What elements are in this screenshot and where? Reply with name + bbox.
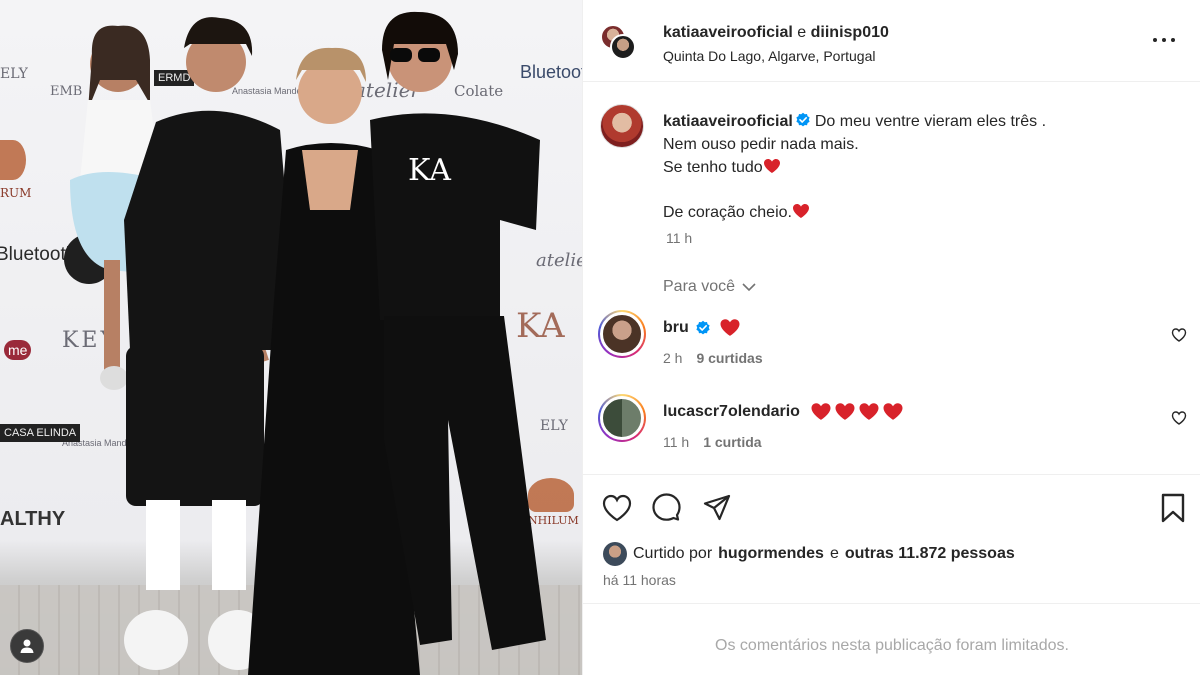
red-heart-icon xyxy=(835,403,855,420)
caption-line: katiaaveirooficial Do meu ventre vieram e… xyxy=(663,110,1163,133)
save-button[interactable] xyxy=(1157,492,1189,524)
tagged-users-button[interactable] xyxy=(10,629,44,663)
comment-like-heart-icon[interactable] xyxy=(1171,327,1187,343)
author-link-secondary[interactable]: diinisp010 xyxy=(811,24,889,41)
dot xyxy=(1171,38,1175,42)
caption-text: De coração cheio. xyxy=(663,204,792,221)
caption-line: De coração cheio. xyxy=(663,201,1163,224)
comment-button[interactable] xyxy=(651,492,683,524)
people-in-photo: KA xyxy=(70,11,546,675)
avatar xyxy=(600,396,644,440)
dot xyxy=(1162,38,1166,42)
comment-meta: 11 h 1 curtida xyxy=(663,434,762,450)
comment-username[interactable]: lucascr7olendario xyxy=(663,403,800,421)
comment-bubble-icon xyxy=(652,493,681,521)
red-heart-icon xyxy=(859,403,879,420)
avatar[interactable] xyxy=(603,542,627,566)
verified-badge-icon xyxy=(696,320,710,334)
comment-username[interactable]: bru xyxy=(663,319,689,337)
post-action-bar xyxy=(583,490,1200,526)
red-heart-icon xyxy=(720,319,740,336)
liked-by-joiner: e xyxy=(829,545,839,562)
author-link-primary[interactable]: katiaaveirooficial xyxy=(663,24,793,41)
bookmark-icon xyxy=(1161,493,1185,523)
avatar xyxy=(610,34,636,60)
liked-by: Curtido por hugormendes e outras 11.872 … xyxy=(603,542,1015,566)
caption-line: Se tenho tudo xyxy=(663,156,1163,179)
comment-hearts xyxy=(810,402,904,421)
caption-line: Nem ouso pedir nada mais. xyxy=(663,136,859,153)
caption-time[interactable]: 11 h xyxy=(666,230,692,246)
comment-avatar[interactable] xyxy=(598,394,646,442)
verified-badge-icon xyxy=(796,112,810,127)
red-heart-icon xyxy=(763,159,780,173)
dot xyxy=(1153,38,1157,42)
post-authors: katiaaveirooficial e diinisp010 xyxy=(663,24,889,42)
caption-text: Do meu ventre vieram eles três . xyxy=(814,113,1047,130)
caption-text: Se tenho tudo xyxy=(663,159,763,176)
red-heart-icon xyxy=(811,403,831,420)
svg-text:KA: KA xyxy=(408,153,451,188)
author-joiner: e xyxy=(792,24,811,41)
paper-plane-icon xyxy=(703,494,731,521)
post-photo[interactable]: Bluetooth Bluetooth atelier atelier KA K… xyxy=(0,0,582,675)
comment-avatar[interactable] xyxy=(598,310,646,358)
post-side-panel: katiaaveirooficial e diinisp010 Quinta D… xyxy=(582,0,1200,675)
more-options-button[interactable] xyxy=(1153,34,1175,46)
comment-time[interactable]: 11 h xyxy=(663,434,689,450)
heart-outline-icon xyxy=(602,494,632,522)
liked-by-prefix: Curtido por xyxy=(633,545,713,562)
liked-by-user[interactable]: hugormendes xyxy=(718,545,824,563)
share-button[interactable] xyxy=(701,492,733,524)
user-icon xyxy=(20,639,34,653)
comment-likes-count[interactable]: 1 curtida xyxy=(703,434,761,450)
post-header: katiaaveirooficial e diinisp010 Quinta D… xyxy=(583,0,1200,82)
comment-like-heart-icon[interactable] xyxy=(1171,410,1187,426)
caption-author-avatar[interactable] xyxy=(600,104,644,148)
location-link[interactable]: Quinta Do Lago, Algarve, Portugal xyxy=(663,48,875,64)
comment-likes-count[interactable]: 9 curtidas xyxy=(696,350,762,366)
like-button[interactable] xyxy=(601,492,633,524)
avatar xyxy=(600,312,644,356)
red-heart-icon xyxy=(883,403,903,420)
comments-filter-dropdown[interactable]: Para você xyxy=(663,278,757,296)
author-avatars[interactable] xyxy=(600,24,636,60)
caption-username[interactable]: katiaaveirooficial xyxy=(663,113,793,130)
comment-author: bru xyxy=(663,318,741,337)
liked-by-others[interactable]: outras 11.872 pessoas xyxy=(845,545,1015,563)
divider xyxy=(583,474,1200,475)
post-timestamp[interactable]: há 11 horas xyxy=(603,572,676,588)
post-caption: katiaaveirooficial Do meu ventre vieram e… xyxy=(663,110,1163,224)
comments-filter-label: Para você xyxy=(663,278,736,295)
comment-time[interactable]: 2 h xyxy=(663,350,682,366)
divider xyxy=(583,603,1200,604)
chevron-down-icon xyxy=(742,283,756,292)
comments-limited-notice: Os comentários nesta publicação foram li… xyxy=(715,637,1069,654)
comment-meta: 2 h 9 curtidas xyxy=(663,350,763,366)
red-heart-icon xyxy=(792,204,809,218)
comment-author: lucascr7olendario xyxy=(663,402,904,421)
